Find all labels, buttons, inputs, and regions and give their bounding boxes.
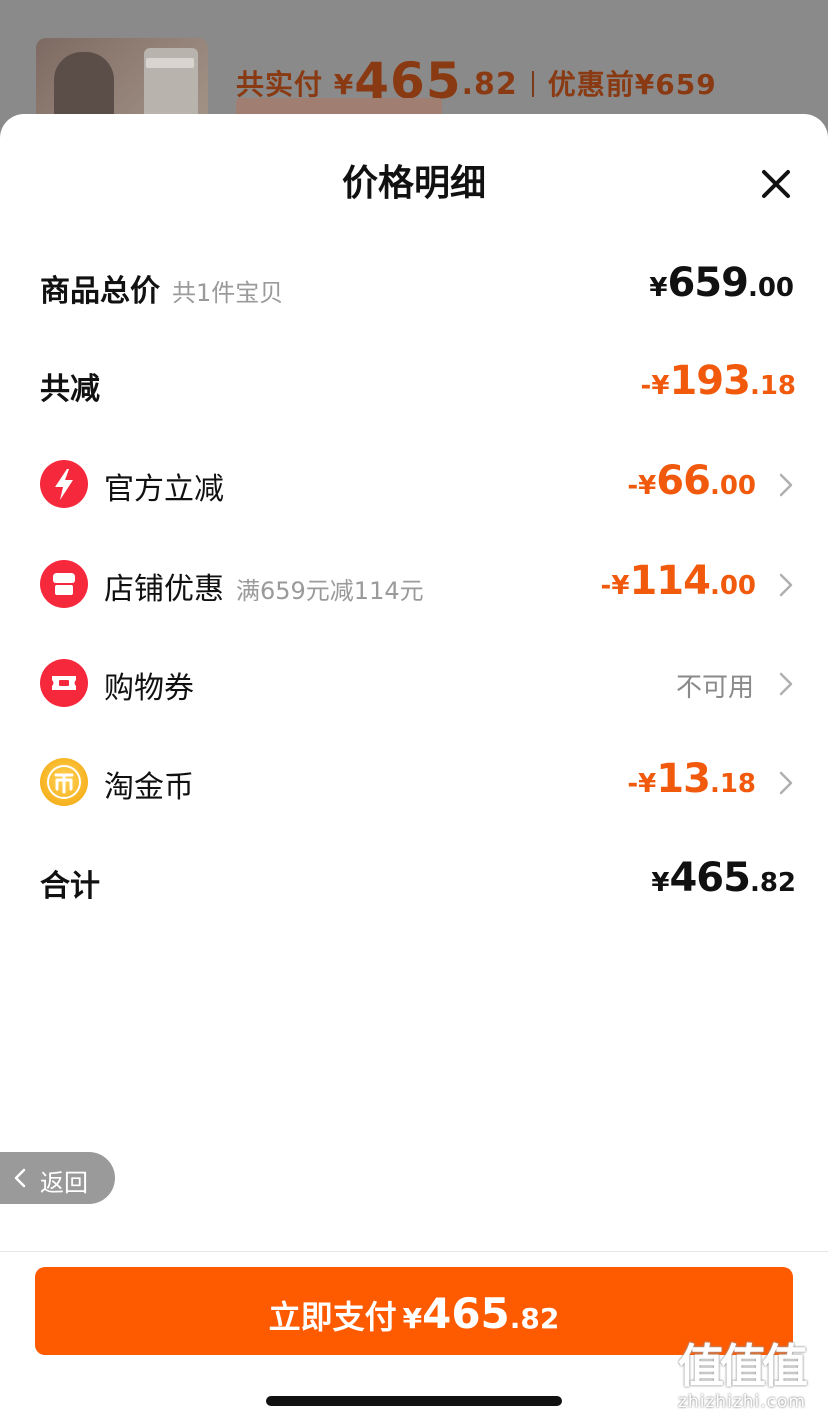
row-shop-discount[interactable]: 店铺优惠 满659元减114元 -¥114.00 — [40, 554, 800, 614]
row-official-discount[interactable]: 官方立减 -¥66.00 — [40, 454, 800, 514]
chevron-right-icon — [779, 672, 793, 696]
shop-discount-label-wrap: 店铺优惠 满659元减114元 — [104, 564, 424, 608]
watermark: 值值值 zhizhizhi.com — [678, 1340, 824, 1412]
back-label: 返回 — [40, 1169, 88, 1197]
total-discount-currency: -¥ — [640, 371, 670, 401]
subtotal-label-wrap: 商品总价 共1件宝贝 — [40, 266, 283, 310]
official-dec: .00 — [709, 471, 756, 501]
shop-discount-rule: 满659元减114元 — [236, 577, 424, 605]
chevron-left-icon — [14, 1168, 26, 1188]
chevron-right-icon — [779, 473, 793, 497]
pay-now-int: 465 — [422, 1289, 510, 1338]
official-discount-amount: -¥66.00 — [627, 458, 756, 504]
subtotal-count: 共1件宝贝 — [172, 279, 284, 307]
total-discount-amount: -¥193.18 — [641, 358, 796, 404]
shop-dec: .00 — [709, 571, 756, 601]
row-total-discount: 共减 -¥193.18 — [40, 354, 800, 414]
home-indicator[interactable] — [266, 1396, 562, 1406]
pay-now-label: 立即支付 — [268, 1298, 397, 1336]
sheet-title: 价格明细 — [341, 163, 486, 204]
row-shopping-voucher[interactable]: 购物券 不可用 — [40, 653, 800, 713]
shop-int: 114 — [629, 558, 710, 604]
background-order-header: 共实付 ¥465.82 优惠前¥659 — [0, 0, 828, 130]
taojinbi-dec: .18 — [709, 769, 756, 799]
taojinbi-amount: -¥13.18 — [627, 756, 756, 802]
footer-divider — [0, 1251, 828, 1252]
pay-now-content: 立即支付 ¥465.82 — [35, 1289, 793, 1338]
official-currency: -¥ — [627, 471, 657, 501]
row-subtotal: 商品总价 共1件宝贝 ¥659.00 — [40, 256, 800, 316]
row-taojinbi[interactable]: 淘金币 -¥13.18 — [40, 752, 800, 812]
taojinbi-label: 淘金币 — [104, 770, 194, 805]
total-dec: .82 — [749, 868, 796, 898]
watermark-logo: 值值值 — [678, 1339, 808, 1393]
total-label: 合计 — [40, 869, 100, 904]
shop-currency: -¥ — [600, 571, 630, 601]
total-discount-dec: .18 — [749, 371, 796, 401]
subtotal-dec: .00 — [747, 273, 794, 303]
back-button[interactable]: 返回 — [0, 1152, 115, 1204]
shop-discount-amount: -¥114.00 — [601, 558, 756, 604]
taojinbi-currency: -¥ — [627, 769, 657, 799]
chevron-right-icon — [779, 771, 793, 795]
voucher-label: 购物券 — [104, 671, 194, 706]
chevron-right-icon — [779, 573, 793, 597]
coin-icon — [40, 758, 88, 806]
total-int: 465 — [669, 855, 750, 901]
official-int: 66 — [656, 458, 711, 504]
close-icon — [762, 170, 790, 198]
voucher-status: 不可用 — [675, 673, 754, 703]
price-detail-sheet: 价格明细 商品总价 共1件宝贝 ¥659.00 共减 -¥193.18 官方立减 … — [0, 114, 828, 1421]
total-amount: ¥465.82 — [651, 855, 796, 901]
total-discount-label: 共减 — [40, 372, 100, 407]
pay-now-currency: ¥ — [402, 1302, 423, 1335]
row-total: 合计 ¥465.82 — [40, 851, 800, 911]
pay-now-dec: .82 — [509, 1302, 560, 1335]
background-before-price: 优惠前¥659 — [547, 68, 717, 101]
subtotal-amount: ¥659.00 — [649, 260, 794, 306]
taojinbi-int: 13 — [656, 756, 711, 802]
total-currency: ¥ — [651, 868, 670, 898]
subtotal-int: 659 — [667, 260, 748, 306]
background-separator — [531, 71, 534, 97]
watermark-url: zhizhizhi.com — [678, 1392, 806, 1412]
lightning-icon — [40, 460, 88, 508]
subtotal-currency: ¥ — [649, 273, 668, 303]
total-discount-int: 193 — [669, 358, 750, 404]
official-discount-label: 官方立减 — [104, 472, 224, 507]
subtotal-label: 商品总价 — [40, 274, 160, 309]
product-tag — [146, 58, 194, 68]
shop-discount-label: 店铺优惠 — [104, 572, 224, 607]
shop-icon — [40, 560, 88, 608]
background-paid-label: 共实付 ¥ — [236, 68, 355, 101]
close-button[interactable] — [754, 162, 798, 206]
background-paid-dec: .82 — [461, 67, 518, 102]
ticket-icon — [40, 659, 88, 707]
